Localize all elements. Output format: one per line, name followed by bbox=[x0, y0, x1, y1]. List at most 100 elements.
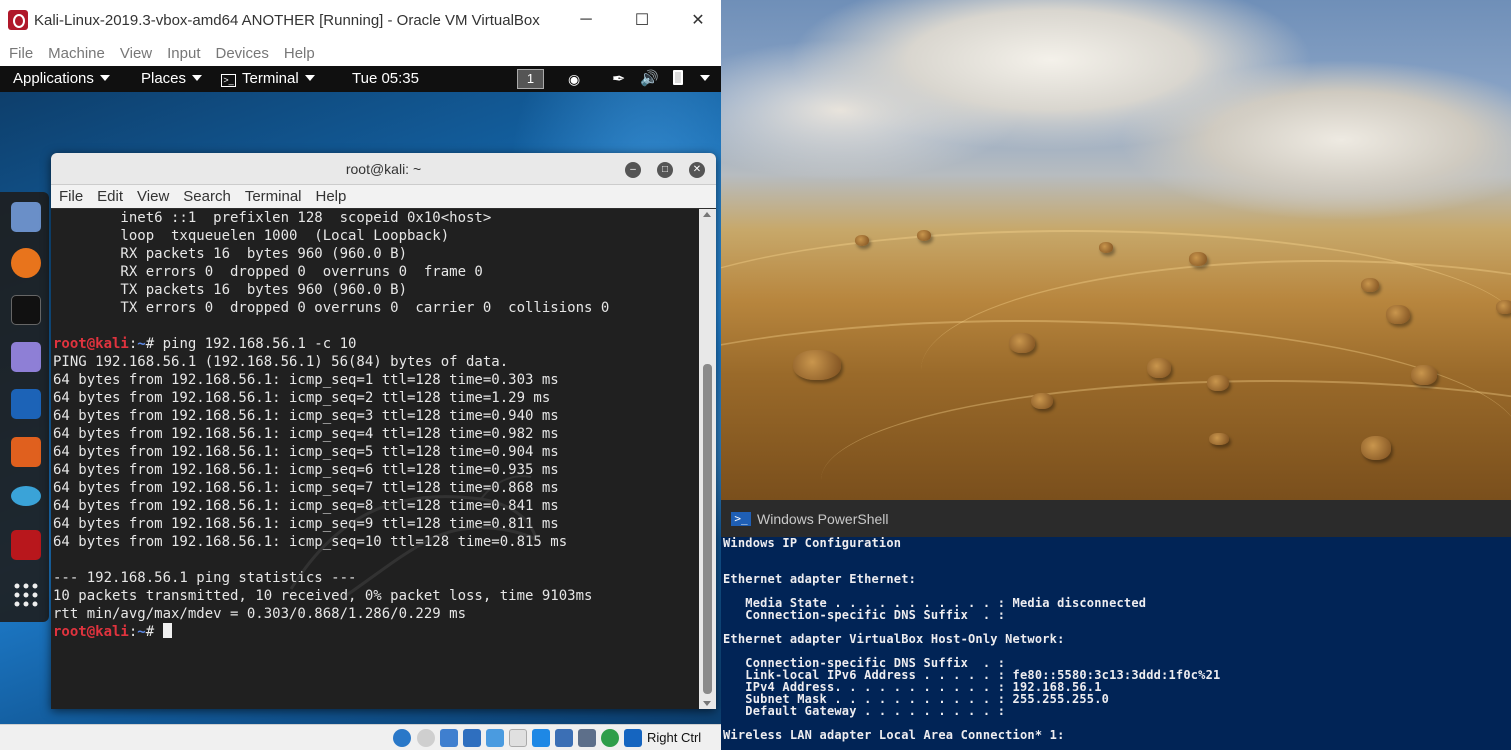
terminal-app-icon: >_ bbox=[221, 74, 236, 87]
host-key-arrow-icon[interactable] bbox=[624, 729, 642, 747]
menu-machine[interactable]: Machine bbox=[48, 45, 105, 62]
powershell-console[interactable]: Windows IP Configuration Ethernet adapte… bbox=[721, 537, 1511, 750]
workspace-indicator[interactable]: 1 bbox=[517, 69, 544, 89]
terminal-menu-view[interactable]: View bbox=[137, 188, 169, 205]
audio-icon[interactable] bbox=[440, 729, 458, 747]
hard-disk-icon[interactable] bbox=[393, 729, 411, 747]
powershell-line: Default Gateway . . . . . . . . . : bbox=[723, 704, 1006, 718]
terminal-title: root@kali: ~ bbox=[345, 161, 422, 177]
mouse-integration-icon[interactable] bbox=[601, 729, 619, 747]
terminal-line: 64 bytes from 192.168.56.1: icmp_seq=4 t… bbox=[53, 426, 559, 442]
terminal-line: inet6 ::1 prefixlen 128 scopeid 0x10<hos… bbox=[53, 210, 492, 226]
chevron-down-icon bbox=[192, 75, 203, 81]
pen-icon[interactable]: ✒ bbox=[612, 69, 625, 89]
terminal-minimize-button[interactable]: – bbox=[625, 162, 641, 178]
menu-help[interactable]: Help bbox=[284, 45, 315, 62]
prompt-user: root@kali bbox=[53, 624, 129, 640]
terminal-menubar: File Edit View Search Terminal Help bbox=[51, 185, 716, 208]
powershell-icon: >_ bbox=[731, 511, 751, 526]
metasploit-icon[interactable] bbox=[11, 389, 41, 419]
terminal-line: RX errors 0 dropped 0 overruns 0 frame 0 bbox=[53, 264, 483, 280]
kali-top-bar: Applications Places >_ Terminal Tue 05:35… bbox=[0, 66, 721, 92]
battery-icon[interactable] bbox=[673, 70, 683, 89]
menu-input[interactable]: Input bbox=[167, 45, 200, 62]
virtualbox-titlebar[interactable]: Kali-Linux-2019.3-vbox-amd64 ANOTHER [Ru… bbox=[0, 0, 721, 40]
prompt-symbol: # bbox=[145, 624, 163, 640]
display-icon[interactable] bbox=[532, 729, 550, 747]
chevron-down-icon bbox=[700, 75, 710, 81]
places-menu[interactable]: Places bbox=[141, 70, 203, 87]
places-label: Places bbox=[141, 70, 187, 87]
terminal-scrollbar[interactable] bbox=[699, 209, 716, 709]
virtualbox-title: Kali-Linux-2019.3-vbox-amd64 ANOTHER [Ru… bbox=[34, 11, 540, 29]
clock[interactable]: Tue 05:35 bbox=[352, 70, 419, 87]
system-menu[interactable] bbox=[694, 70, 710, 87]
menu-file[interactable]: File bbox=[9, 45, 33, 62]
scrollbar-thumb[interactable] bbox=[703, 364, 712, 694]
network-adapter-icon[interactable] bbox=[463, 729, 481, 747]
close-button[interactable]: ✕ bbox=[675, 0, 721, 40]
volume-icon[interactable]: 🔊 bbox=[640, 69, 659, 87]
menu-devices[interactable]: Devices bbox=[216, 45, 269, 62]
virtualbox-menubar: File Machine View Input Devices Help bbox=[0, 40, 721, 66]
terminal-output[interactable]: inet6 ::1 prefixlen 128 scopeid 0x10<hos… bbox=[51, 209, 699, 709]
terminal-maximize-button[interactable]: □ bbox=[657, 162, 673, 178]
chevron-down-icon bbox=[99, 75, 110, 81]
applications-menu[interactable]: Applications bbox=[13, 70, 110, 87]
terminal-line: 64 bytes from 192.168.56.1: icmp_seq=2 t… bbox=[53, 390, 551, 406]
app-grid-icon[interactable] bbox=[11, 580, 41, 610]
terminal-line: 64 bytes from 192.168.56.1: icmp_seq=3 t… bbox=[53, 408, 559, 424]
terminal-line: TX packets 16 bytes 960 (960.0 B) bbox=[53, 282, 408, 298]
terminal-menu-terminal[interactable]: Terminal bbox=[245, 188, 302, 205]
minimize-button[interactable]: ─ bbox=[563, 0, 609, 40]
shared-folders-icon[interactable] bbox=[509, 729, 527, 747]
notes-icon[interactable] bbox=[11, 342, 41, 372]
network-icon[interactable]: ◉ bbox=[568, 71, 580, 88]
prompt-symbol: # bbox=[145, 336, 163, 352]
powershell-line bbox=[723, 549, 1511, 561]
firefox-icon[interactable] bbox=[11, 248, 41, 278]
terminal-titlebar[interactable]: root@kali: ~ – □ ✕ bbox=[51, 153, 716, 185]
terminal-app-menu[interactable]: >_ Terminal bbox=[221, 70, 315, 87]
powershell-line: Ethernet adapter VirtualBox Host-Only Ne… bbox=[723, 632, 1065, 646]
chevron-down-icon bbox=[304, 75, 315, 81]
terminal-line: 64 bytes from 192.168.56.1: icmp_seq=1 t… bbox=[53, 372, 559, 388]
terminal-menu-help[interactable]: Help bbox=[316, 188, 347, 205]
video-capture-icon[interactable] bbox=[555, 729, 573, 747]
menu-view[interactable]: View bbox=[120, 45, 152, 62]
terminal-menu-search[interactable]: Search bbox=[183, 188, 231, 205]
terminal-icon[interactable] bbox=[11, 295, 41, 325]
desktop-wallpaper bbox=[721, 0, 1511, 500]
terminal-line: RX packets 16 bytes 960 (960.0 B) bbox=[53, 246, 408, 262]
optical-drive-icon[interactable] bbox=[417, 729, 435, 747]
eye-icon[interactable] bbox=[11, 486, 41, 506]
virtualization-icon[interactable] bbox=[578, 729, 596, 747]
host-key-label: Right Ctrl bbox=[647, 730, 702, 745]
prompt-path: ~ bbox=[137, 336, 146, 352]
terminal-line: loop txqueuelen 1000 (Local Loopback) bbox=[53, 228, 450, 244]
guest-display[interactable]: Applications Places >_ Terminal Tue 05:35… bbox=[0, 66, 721, 724]
scroll-up-icon[interactable] bbox=[703, 212, 711, 217]
terminal-line: 64 bytes from 192.168.56.1: icmp_seq=5 t… bbox=[53, 444, 559, 460]
command-text: ping 192.168.56.1 -c 10 bbox=[162, 336, 357, 352]
kali-dragon-watermark bbox=[289, 475, 539, 601]
powershell-titlebar[interactable]: >_ Windows PowerShell bbox=[721, 500, 1511, 537]
powershell-title: Windows PowerShell bbox=[757, 510, 889, 527]
cherrytree-icon[interactable] bbox=[11, 530, 41, 560]
terminal-menu-file[interactable]: File bbox=[59, 188, 83, 205]
maximize-button[interactable]: ☐ bbox=[619, 0, 665, 40]
scroll-down-icon[interactable] bbox=[703, 701, 711, 706]
active-prompt-line[interactable]: root@kali:~# bbox=[53, 623, 699, 641]
terminal-window[interactable]: root@kali: ~ – □ ✕ File Edit View Search… bbox=[51, 153, 716, 709]
terminal-app-label: Terminal bbox=[242, 70, 299, 87]
usb-icon[interactable] bbox=[486, 729, 504, 747]
files-icon[interactable] bbox=[11, 202, 41, 232]
command-line: root@kali:~# ping 192.168.56.1 -c 10 bbox=[53, 335, 699, 353]
terminal-menu-edit[interactable]: Edit bbox=[97, 188, 123, 205]
terminal-close-button[interactable]: ✕ bbox=[689, 162, 705, 178]
burpsuite-icon[interactable] bbox=[11, 437, 41, 467]
prompt-user: root@kali bbox=[53, 336, 129, 352]
virtualbox-statusbar: Right Ctrl bbox=[0, 724, 721, 750]
powershell-line: Connection-specific DNS Suffix . : bbox=[723, 608, 1006, 622]
